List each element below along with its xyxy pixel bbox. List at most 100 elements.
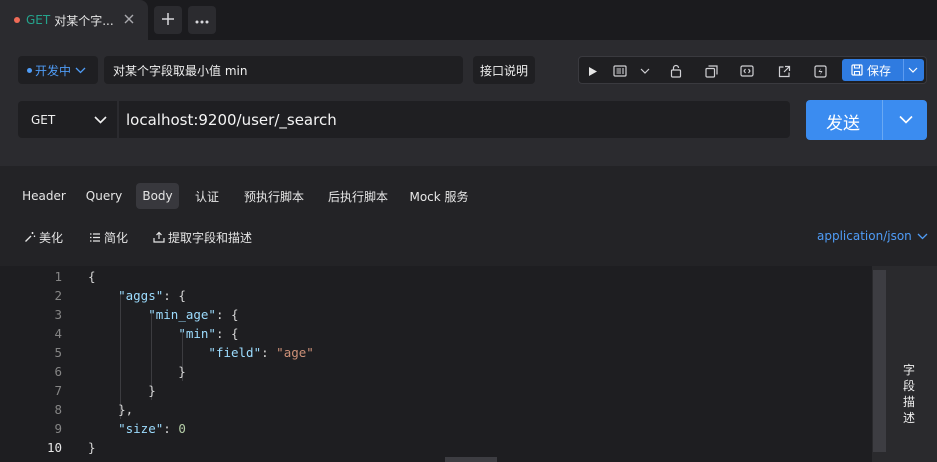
simplify-button[interactable]: 简化	[89, 228, 128, 246]
extract-label: 提取字段和描述	[168, 230, 253, 245]
save-label: 保存	[867, 63, 892, 78]
tab-bar: GET 对某个字...	[0, 0, 937, 40]
json-punctuation: :	[261, 345, 277, 360]
save-button[interactable]: 保存	[842, 59, 924, 81]
plus-icon	[161, 12, 175, 29]
request-name-input[interactable]: 对某个字段取最小值 min	[104, 56, 463, 84]
code-line: "min_age": {	[88, 307, 239, 322]
beautify-label: 美化	[39, 230, 64, 245]
line-number: 10	[46, 440, 62, 455]
request-toolbar: 保存	[578, 56, 927, 84]
new-tab-button[interactable]	[154, 6, 182, 34]
line-number: 3	[54, 307, 62, 322]
body-panel: Header Query Body 认证 预执行脚本 后执行脚本 Mock 服务…	[0, 166, 937, 462]
line-number: 1	[54, 269, 62, 284]
code-line: }	[88, 364, 186, 379]
unsaved-dot	[14, 17, 20, 23]
json-punctuation: : {	[215, 326, 239, 341]
more-tabs-button[interactable]	[188, 6, 216, 34]
send-label: 发送	[826, 114, 860, 134]
json-punctuation: }	[88, 440, 96, 455]
field-description-label: 字段描述	[902, 363, 915, 425]
lock-icon[interactable]	[668, 63, 684, 79]
line-number: 4	[54, 326, 62, 341]
content-type-select[interactable]: application/json	[817, 229, 928, 243]
json-key: "min"	[178, 326, 216, 341]
json-punctuation	[88, 421, 118, 436]
method-select[interactable]: GET	[18, 101, 117, 138]
json-punctuation	[88, 288, 118, 303]
line-number: 9	[54, 421, 62, 436]
tab-query[interactable]: Query	[80, 183, 128, 209]
json-punctuation	[88, 326, 178, 341]
save-icon	[851, 64, 863, 76]
request-tab[interactable]: GET 对某个字...	[0, 0, 148, 40]
content-type-label: application/json	[817, 229, 912, 243]
beautify-button[interactable]: 美化	[24, 228, 63, 246]
json-number: 0	[178, 421, 186, 436]
code-icon[interactable]	[739, 63, 755, 79]
environment-dot	[27, 67, 32, 73]
chevron-down-icon[interactable]	[637, 63, 653, 79]
field-description-panel[interactable]: 字段描述	[887, 266, 937, 462]
code-line: }	[88, 383, 156, 398]
tab-pre-script[interactable]: 预执行脚本	[236, 183, 312, 209]
document-icon[interactable]	[612, 63, 628, 79]
json-punctuation	[88, 345, 208, 360]
divider	[882, 100, 883, 140]
tab-post-script[interactable]: 后执行脚本	[320, 183, 396, 209]
send-button[interactable]: 发送	[806, 100, 927, 140]
json-punctuation: {	[88, 269, 96, 284]
line-number: 6	[54, 364, 62, 379]
tab-mock[interactable]: Mock 服务	[404, 183, 474, 209]
chevron-down-icon	[94, 113, 107, 127]
json-punctuation: :	[163, 421, 179, 436]
code-line: "size": 0	[88, 421, 186, 436]
method-label: GET	[31, 112, 56, 127]
magic-wand-icon	[24, 231, 39, 243]
json-punctuation: }	[88, 383, 156, 398]
tab-title: 对某个字...	[54, 13, 114, 28]
json-editor[interactable]: 1 2 3 4 5 6 7 8 9 10 { "aggs": { "min_age": { "mi…	[0, 266, 887, 462]
line-number: 5	[54, 345, 62, 360]
json-punctuation: : {	[163, 288, 186, 303]
line-number: 7	[54, 383, 62, 398]
horizontal-scrollbar-thumb[interactable]	[445, 457, 497, 462]
code-line: }	[88, 440, 96, 455]
divider	[903, 59, 904, 81]
chevron-down-icon[interactable]	[899, 113, 913, 127]
api-doc-button[interactable]: 接口说明	[473, 56, 535, 84]
chevron-down-icon[interactable]	[908, 67, 918, 73]
json-key: "size"	[118, 421, 164, 436]
json-key: "min_age"	[148, 307, 216, 322]
code-line: "min": {	[88, 326, 239, 341]
simplify-label: 简化	[104, 230, 129, 245]
play-icon[interactable]	[585, 63, 601, 79]
copy-icon[interactable]	[703, 63, 719, 79]
json-string: "age"	[276, 345, 314, 360]
share-icon[interactable]	[776, 63, 792, 79]
json-punctuation	[88, 307, 148, 322]
environment-select[interactable]: 开发中	[18, 56, 98, 84]
json-punctuation: },	[88, 402, 134, 417]
scrollbar-thumb[interactable]	[873, 270, 886, 452]
code-line: "field": "age"	[88, 345, 314, 360]
extract-fields-button[interactable]: 提取字段和描述	[153, 228, 252, 246]
tab-method: GET	[26, 13, 51, 27]
close-icon[interactable]	[122, 12, 136, 26]
more-icon	[195, 13, 209, 27]
tab-auth[interactable]: 认证	[186, 183, 228, 209]
line-number: 8	[54, 402, 62, 417]
chevron-down-icon	[75, 63, 86, 77]
json-key: "aggs"	[118, 288, 164, 303]
list-icon	[89, 232, 104, 243]
lightning-icon[interactable]	[812, 63, 828, 79]
tab-header[interactable]: Header	[16, 183, 72, 209]
json-key: "field"	[208, 345, 262, 360]
code-line: },	[88, 402, 133, 417]
json-punctuation: }	[88, 364, 186, 379]
tab-body[interactable]: Body	[136, 183, 179, 209]
url-input[interactable]: localhost:9200/user/_search	[119, 101, 790, 138]
json-punctuation: : {	[215, 307, 239, 322]
environment-label: 开发中	[35, 63, 72, 78]
